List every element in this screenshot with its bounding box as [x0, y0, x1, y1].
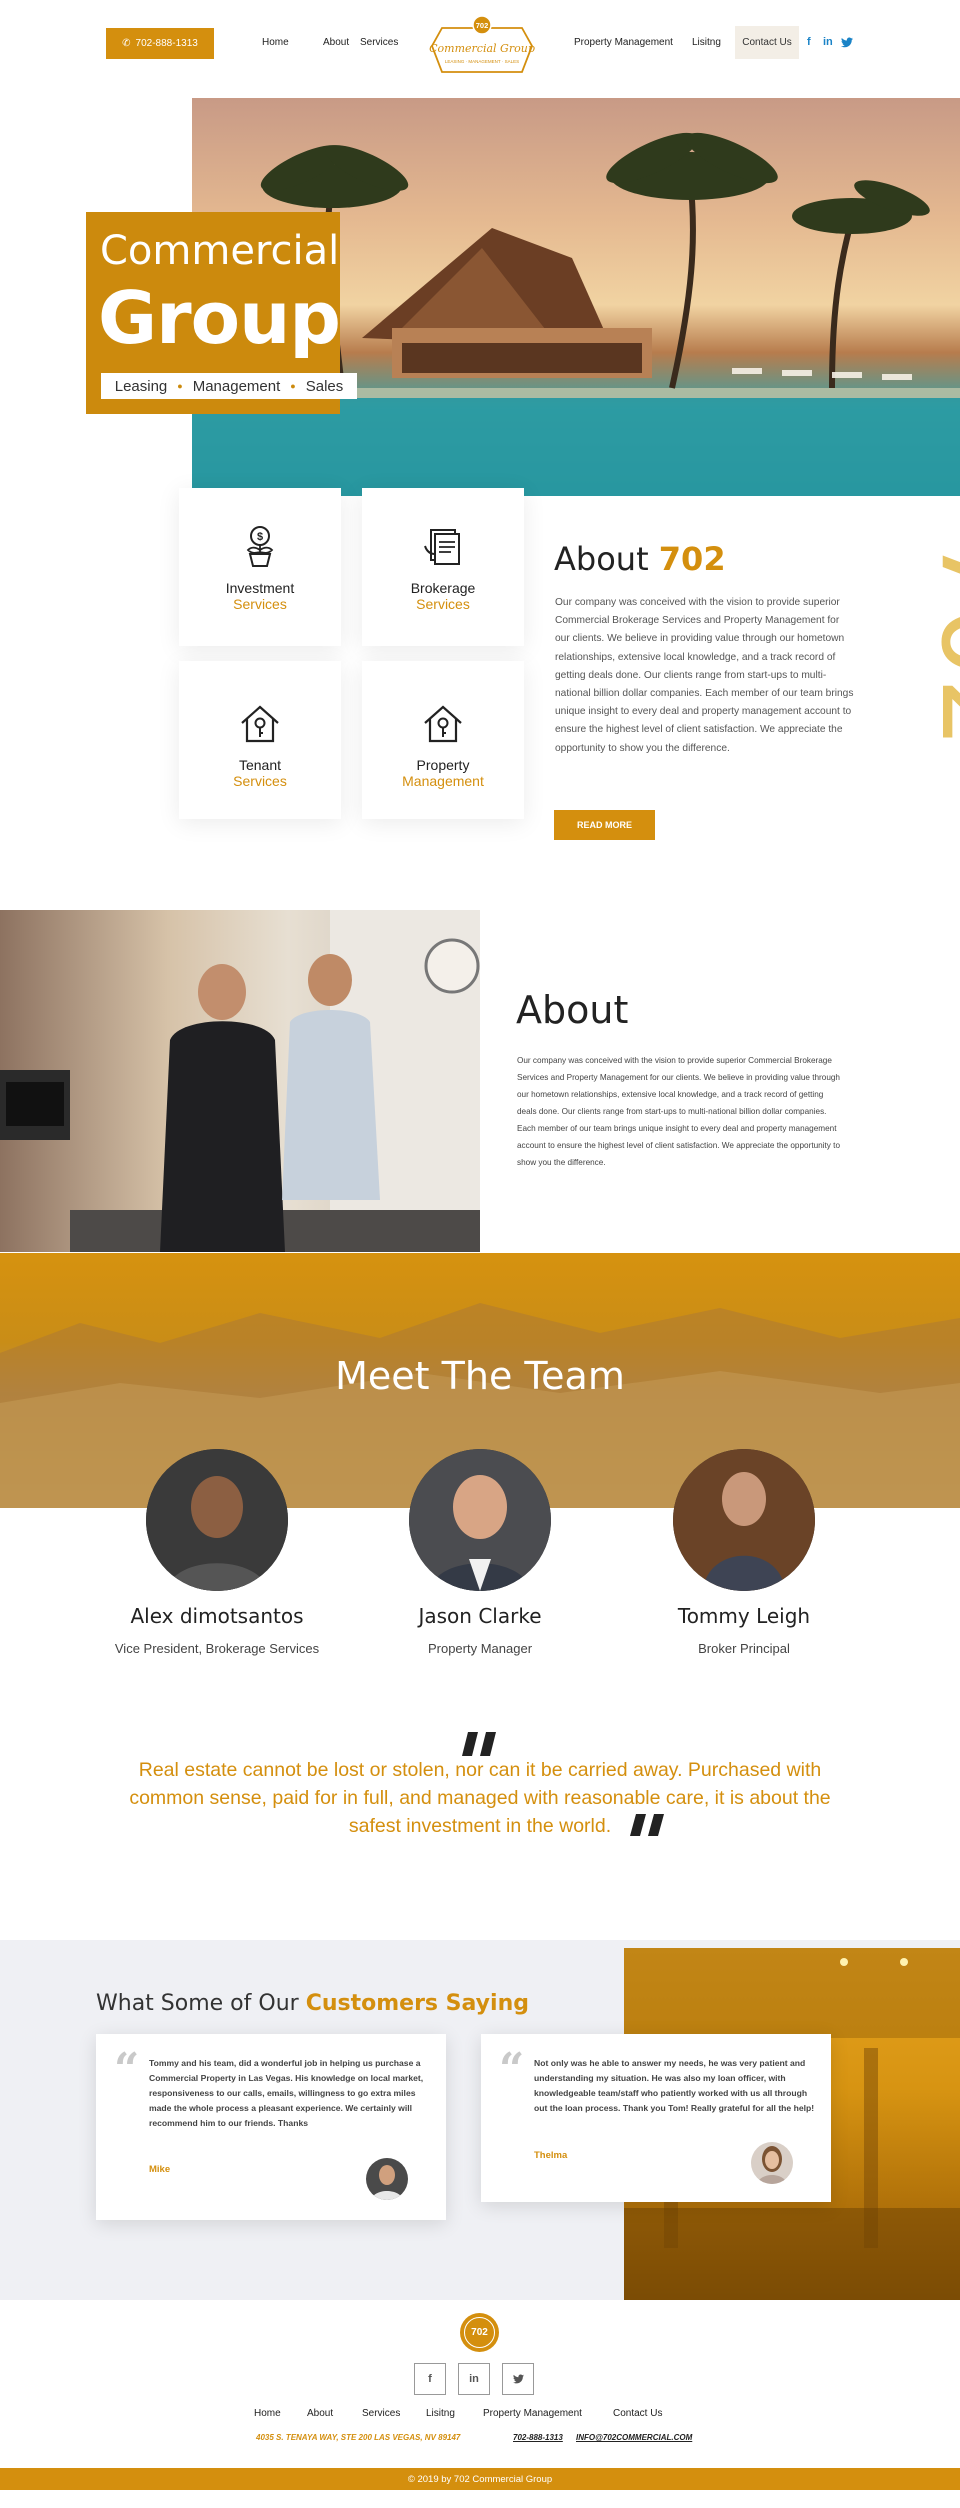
- service-subtitle: Services: [233, 773, 287, 789]
- avatar[interactable]: [146, 1449, 288, 1591]
- hero-title-group: Group: [98, 276, 341, 360]
- service-card-brokerage[interactable]: Brokerage Services: [362, 488, 524, 646]
- about-photo: [0, 910, 480, 1252]
- hero-tag-leasing: Leasing: [114, 377, 168, 395]
- read-more-button[interactable]: READ MORE: [554, 810, 655, 840]
- documents-icon: [424, 529, 460, 565]
- quote-close-icon: [630, 1814, 664, 1836]
- testimonials-title-highlight: Customers Saying: [305, 1991, 529, 2016]
- person-icon: [146, 1449, 288, 1591]
- avatar[interactable]: [673, 1449, 815, 1591]
- nav-home[interactable]: Home: [262, 37, 289, 48]
- footer-logo-badge: 702: [464, 2317, 495, 2348]
- testimonial-text: Tommy and his team, did a wonderful job …: [149, 2058, 424, 2128]
- twitter-icon[interactable]: [502, 2363, 534, 2395]
- service-title: Tenant: [238, 757, 282, 773]
- service-card-tenant[interactable]: Tenant Services: [179, 661, 341, 819]
- hero-tagline: Leasing ● Management ● Sales: [101, 373, 357, 399]
- phone-button[interactable]: ✆ 702-888-1313: [106, 28, 214, 59]
- logo-sub: LEASING · MANAGEMENT · SALES: [445, 59, 519, 64]
- quote-open-icon: [462, 1732, 496, 1756]
- house-key-icon: [241, 705, 279, 743]
- hero-title-commercial: Commercial: [100, 228, 340, 274]
- linkedin-icon[interactable]: in: [458, 2363, 490, 2395]
- person-icon: [409, 1449, 551, 1591]
- house-key-icon: [424, 705, 462, 743]
- quote-text: Real estate cannot be lost or stolen, no…: [129, 1759, 831, 1837]
- person-icon: [757, 2146, 787, 2184]
- logo-script: Commercial Group: [429, 42, 535, 55]
- contact-us-button[interactable]: Contact Us: [735, 26, 799, 59]
- about-title: About: [516, 988, 629, 1032]
- svg-text:$: $: [257, 531, 263, 543]
- phone-label: 702-888-1313: [135, 38, 198, 49]
- two-men-illustration: [0, 910, 480, 1252]
- team-member-name: Alex dimotsantos: [130, 1604, 304, 1628]
- footer-nav-about[interactable]: About: [307, 2408, 333, 2419]
- twitter-icon[interactable]: [841, 37, 853, 48]
- team-member-role: Property Manager: [427, 1641, 533, 1656]
- facebook-icon[interactable]: f: [414, 2363, 446, 2395]
- team-member-name: Jason Clarke: [418, 1604, 542, 1628]
- twitter-glyph: [512, 2374, 524, 2384]
- team-member-role: Vice President, Brokerage Services: [114, 1641, 320, 1656]
- team-member-name: Tommy Leigh: [677, 1604, 811, 1628]
- dot-icon: ●: [290, 381, 296, 391]
- about-702-title: About 702: [554, 540, 726, 578]
- service-title: Brokerage: [410, 580, 476, 596]
- big-702-text: 702: [916, 535, 960, 749]
- service-title: Property: [416, 757, 470, 773]
- quote-icon: “: [499, 2044, 525, 2095]
- footer-email[interactable]: INFO@702COMMERCIAL.COM: [576, 2433, 692, 2442]
- footer-address: 4035 S. TENAYA WAY, STE 200 LAS VEGAS, N…: [256, 2433, 461, 2442]
- service-card-investment[interactable]: $ Investment Services: [179, 488, 341, 646]
- nav-property-management[interactable]: Property Management: [574, 37, 673, 48]
- footer-nav-services[interactable]: Services: [362, 2408, 400, 2419]
- team-member-role: Broker Principal: [698, 1641, 790, 1656]
- testimonials-title-text: What Some of Our: [96, 1991, 299, 2016]
- hero-tag-management: Management: [192, 377, 281, 395]
- facebook-icon[interactable]: f: [807, 36, 811, 48]
- big-702-decoration: 702: [916, 535, 960, 749]
- quote-icon: “: [114, 2044, 140, 2095]
- footer-phone[interactable]: 702-888-1313: [513, 2433, 563, 2442]
- dot-icon: ●: [177, 381, 183, 391]
- service-subtitle: Services: [416, 596, 470, 612]
- testimonial-card: “ Tommy and his team, did a wonderful jo…: [96, 2034, 446, 2220]
- footer-nav-contact[interactable]: Contact Us: [613, 2408, 662, 2419]
- avatar: [366, 2158, 408, 2200]
- about-702-title-highlight: 702: [658, 540, 726, 578]
- testimonials-title: What Some of Our Customers Saying: [96, 1991, 529, 2016]
- team-title: Meet The Team: [335, 1354, 625, 1398]
- testimonial-card: “ Not only was he able to answer my need…: [481, 2034, 831, 2202]
- service-subtitle: Services: [233, 596, 287, 612]
- footer-logo[interactable]: 702: [460, 2313, 499, 2352]
- copyright-bar: © 2019 by 702 Commercial Group: [0, 2468, 960, 2490]
- nav-services[interactable]: Services: [360, 37, 398, 48]
- footer-nav-property-management[interactable]: Property Management: [483, 2408, 582, 2419]
- linkedin-icon[interactable]: in: [823, 36, 833, 48]
- service-card-property-management[interactable]: Property Management: [362, 661, 524, 819]
- footer-nav-home[interactable]: Home: [254, 2408, 281, 2419]
- about-702-text: Our company was conceived with the visio…: [555, 597, 854, 754]
- testimonial-text: Not only was he able to answer my needs,…: [534, 2058, 815, 2113]
- person-icon: [673, 1449, 815, 1591]
- about-text: Our company was conceived with the visio…: [517, 1056, 840, 1167]
- avatar: [751, 2142, 793, 2184]
- service-title: Investment: [225, 580, 295, 596]
- person-icon: [371, 2165, 403, 2200]
- logo-badge: 702: [476, 21, 489, 30]
- nav-about[interactable]: About: [323, 37, 349, 48]
- logo[interactable]: 702 Commercial Group LEASING · MANAGEMEN…: [428, 14, 536, 76]
- testimonial-author: Mike: [149, 2164, 171, 2175]
- nav-listing[interactable]: Lisitng: [692, 37, 721, 48]
- phone-icon: ✆: [122, 38, 131, 49]
- about-702-title-text: About: [554, 540, 649, 578]
- testimonial-author: Thelma: [534, 2150, 568, 2161]
- hero-tag-sales: Sales: [305, 377, 344, 395]
- money-plant-icon: $: [246, 526, 274, 567]
- avatar[interactable]: [409, 1449, 551, 1591]
- footer-nav-listing[interactable]: Lisitng: [426, 2408, 455, 2419]
- service-subtitle: Management: [402, 773, 484, 789]
